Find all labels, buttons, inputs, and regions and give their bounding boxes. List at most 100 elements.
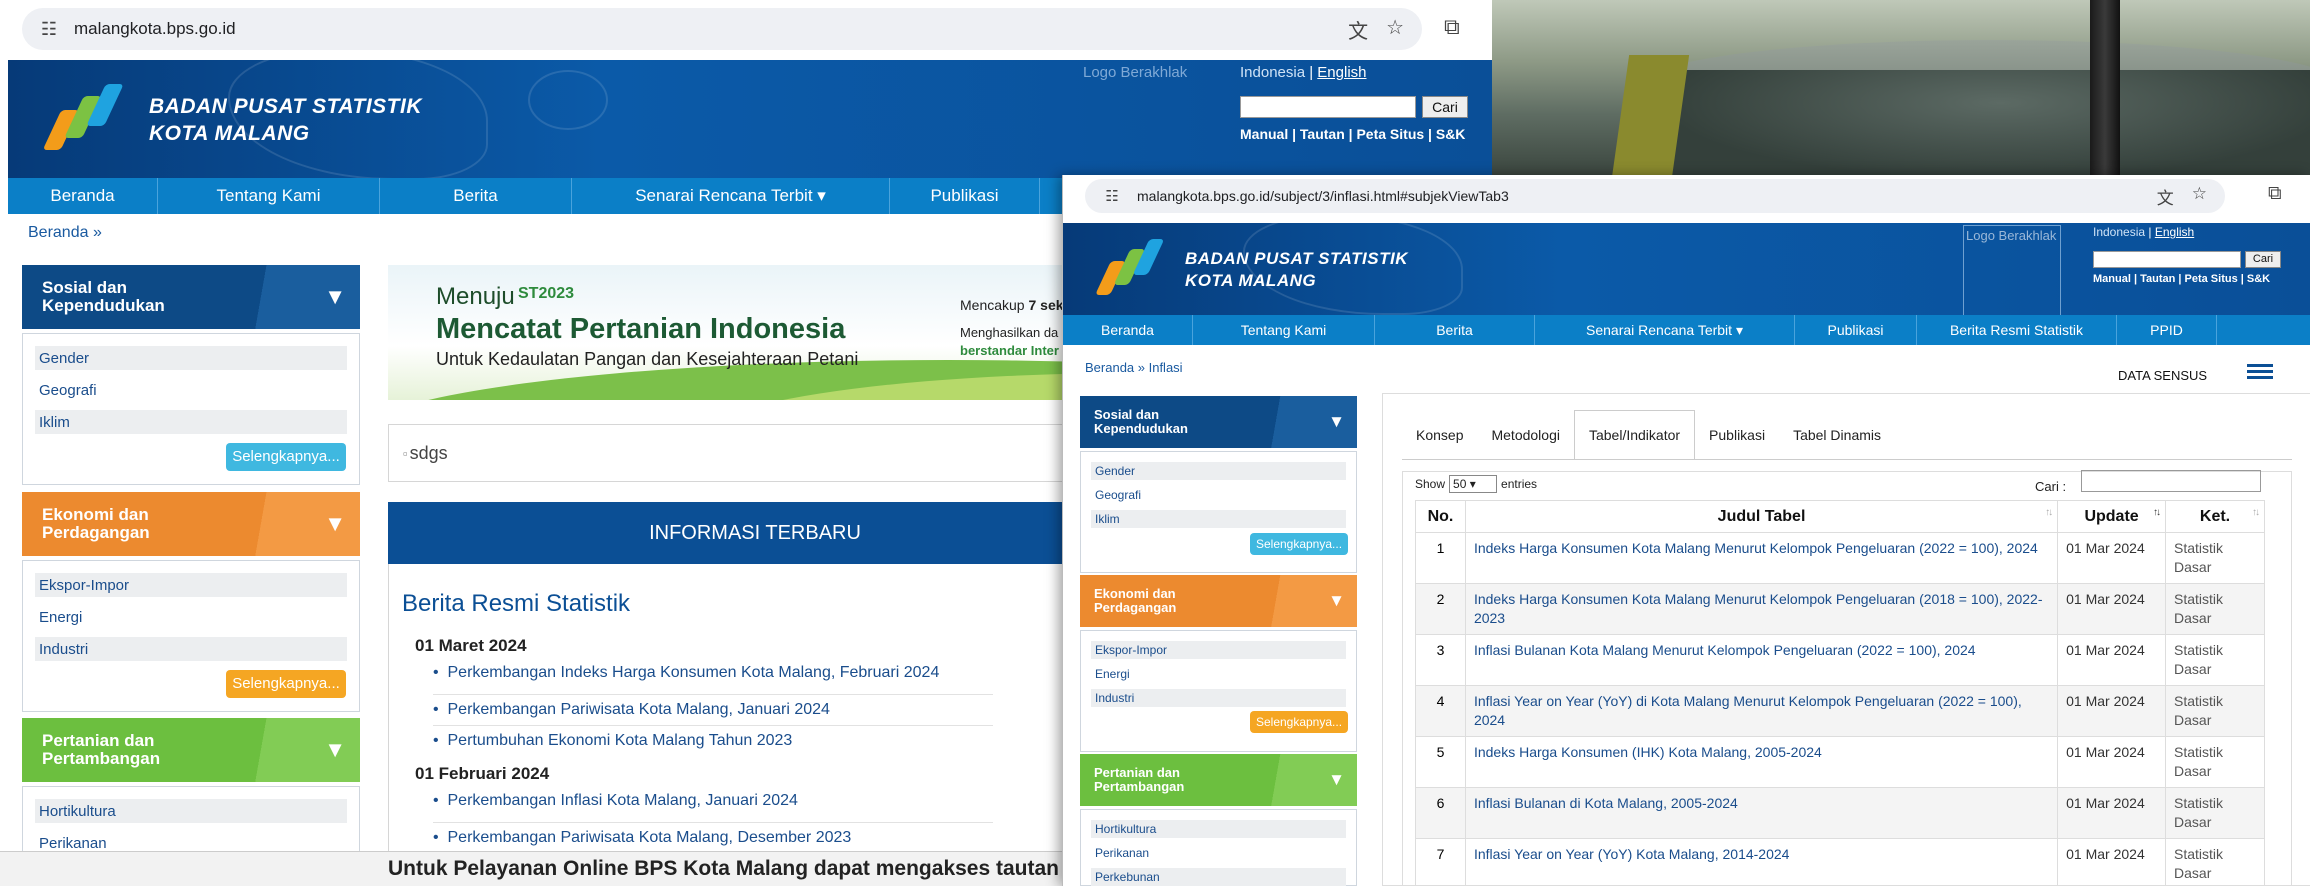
nav-berita[interactable]: Berita: [1375, 315, 1535, 345]
category-sosial[interactable]: Sosial dan Kependudukan ▼: [22, 265, 360, 329]
category-ekonomi[interactable]: Ekonomi dan Perdagangan ▼: [22, 492, 360, 556]
lang-indonesia[interactable]: Indonesia: [2093, 225, 2145, 239]
more-ekonomi-button[interactable]: Selengkapnya...: [226, 670, 346, 698]
bps-logo[interactable]: BADAN PUSAT STATISTIK KOTA MALANG: [1095, 237, 1408, 303]
cell-title-link[interactable]: Indeks Harga Konsumen (IHK) Kota Malang,…: [1464, 736, 2059, 788]
tune-icon[interactable]: ☷: [1099, 183, 1125, 209]
news-item[interactable]: • Perkembangan Indeks Harga Konsumen Kot…: [433, 664, 993, 695]
tab-konsep[interactable]: Konsep: [1402, 410, 1477, 460]
sidebar-item-energi[interactable]: Energi: [1091, 665, 1346, 683]
tab-metodologi[interactable]: Metodologi: [1477, 410, 1574, 460]
sidebar-item-gender[interactable]: Gender: [35, 346, 347, 370]
extension-icon[interactable]: ⧉: [2268, 183, 2282, 205]
col-no[interactable]: No.: [1415, 500, 1466, 533]
sidebar-item-hortikultura[interactable]: Hortikultura: [1091, 820, 1346, 838]
category-pertanian[interactable]: Pertanian dan Pertambangan ▼: [1080, 754, 1357, 806]
nav-senarai[interactable]: Senarai Rencana Terbit ▾: [572, 178, 890, 214]
breadcrumb[interactable]: Beranda » Inflasi: [1085, 360, 1183, 375]
category-ekonomi[interactable]: Ekonomi dan Perdagangan ▼: [1080, 575, 1357, 627]
nav-ppid[interactable]: PPID: [2117, 315, 2217, 345]
tab-publikasi[interactable]: Publikasi: [1695, 410, 1779, 460]
brand-line-1: BADAN PUSAT STATISTIK: [1185, 249, 1408, 268]
sort-icon[interactable]: ↑↓: [2045, 507, 2053, 518]
chevron-down-icon[interactable]: ▼: [1328, 770, 1345, 790]
bps-logo[interactable]: BADAN PUSAT STATISTIK KOTA MALANG: [42, 80, 422, 160]
sidebar-item-ekspor-impor[interactable]: Ekspor-Impor: [1091, 641, 1346, 659]
more-sosial-button[interactable]: Selengkapnya...: [1250, 533, 1348, 555]
header-search-button[interactable]: Cari: [2245, 251, 2281, 268]
cell-title-link[interactable]: Inflasi Year on Year (YoY) Kota Malang, …: [1464, 838, 2059, 886]
nav-beranda[interactable]: Beranda: [1063, 315, 1193, 345]
chevron-down-icon[interactable]: ▼: [324, 511, 346, 537]
chevron-down-icon[interactable]: ▼: [1328, 591, 1345, 611]
nav-berita-resmi[interactable]: Berita Resmi Statistik: [1917, 315, 2117, 345]
lang-english[interactable]: English: [1317, 64, 1366, 81]
nav-tentang-kami[interactable]: Tentang Kami: [158, 178, 380, 214]
sidebar-item-industri[interactable]: Industri: [1091, 689, 1346, 707]
banner-subtitle: Untuk Kedaulatan Pangan dan Kesejahteraa…: [436, 349, 859, 369]
url-text[interactable]: malangkota.bps.go.id/subject/3/inflasi.h…: [1137, 188, 1509, 204]
more-sosial-button[interactable]: Selengkapnya...: [226, 443, 346, 471]
breadcrumb[interactable]: Beranda »: [28, 224, 102, 242]
cell-title-link[interactable]: Indeks Harga Konsumen Kota Malang Menuru…: [1464, 532, 2059, 584]
lang-indonesia[interactable]: Indonesia: [1240, 64, 1305, 81]
sidebar-item-geografi[interactable]: Geografi: [35, 378, 347, 402]
header-search-input[interactable]: [2093, 251, 2241, 268]
cell-title-link[interactable]: Inflasi Bulanan Kota Malang Menurut Kelo…: [1464, 634, 2059, 686]
more-ekonomi-button[interactable]: Selengkapnya...: [1250, 711, 1348, 733]
tune-icon[interactable]: ☷: [36, 16, 62, 42]
header-search-input[interactable]: [1240, 96, 1416, 118]
category-sosial[interactable]: Sosial dan Kependudukan ▼: [1080, 396, 1357, 448]
url-text[interactable]: malangkota.bps.go.id: [74, 19, 236, 39]
star-icon[interactable]: ☆: [1386, 15, 1404, 44]
chevron-down-icon[interactable]: ▼: [324, 284, 346, 310]
cell-title-link[interactable]: Inflasi Bulanan di Kota Malang, 2005-202…: [1464, 787, 2059, 839]
table-search-input[interactable]: [2081, 470, 2261, 492]
star-icon[interactable]: ☆: [2192, 184, 2207, 209]
sidebar-item-perkebunan[interactable]: Perkebunan: [1091, 868, 1346, 886]
sidebar-item-geografi[interactable]: Geografi: [1091, 486, 1346, 504]
translate-icon[interactable]: 文: [1348, 15, 1368, 44]
sidebar-item-perikanan[interactable]: Perikanan: [1091, 844, 1346, 862]
sidebar-item-energi[interactable]: Energi: [35, 605, 347, 629]
news-item[interactable]: • Perkembangan Inflasi Kota Malang, Janu…: [433, 792, 993, 823]
col-update[interactable]: Update ↑↓: [2057, 500, 2167, 533]
news-item[interactable]: • Perkembangan Pariwisata Kota Malang, J…: [433, 695, 993, 726]
chevron-down-icon[interactable]: ▼: [1328, 412, 1345, 432]
cell-title-link[interactable]: Inflasi Year on Year (YoY) di Kota Malan…: [1464, 685, 2059, 737]
tab-tabel-indikator[interactable]: Tabel/Indikator: [1573, 410, 1696, 460]
hamburger-menu-icon[interactable]: [2247, 361, 2273, 382]
address-bar[interactable]: ☷ malangkota.bps.go.id 文 ☆: [22, 8, 1422, 50]
nav-senarai[interactable]: Senarai Rencana Terbit ▾: [1535, 315, 1795, 345]
header-search-button[interactable]: Cari: [1422, 96, 1468, 118]
sidebar-item-industri[interactable]: Industri: [35, 637, 347, 661]
col-judul[interactable]: Judul Tabel ↑↓: [1464, 500, 2059, 533]
tab-tabel-dinamis[interactable]: Tabel Dinamis: [1779, 410, 1895, 460]
chevron-down-icon[interactable]: ▼: [324, 737, 346, 763]
sidebar-item-iklim[interactable]: Iklim: [35, 410, 347, 434]
data-sensus-label[interactable]: DATA SENSUS: [2118, 368, 2207, 383]
extension-icon[interactable]: ⧉: [1444, 14, 1460, 40]
col-ket[interactable]: Ket. ↑↓: [2165, 500, 2265, 533]
nav-tentang-kami[interactable]: Tentang Kami: [1193, 315, 1375, 345]
sort-icon[interactable]: ↑↓: [2252, 507, 2260, 518]
nav-beranda[interactable]: Beranda: [8, 178, 158, 214]
sidebar-item-ekspor-impor[interactable]: Ekspor-Impor: [35, 573, 347, 597]
cell-title-link[interactable]: Indeks Harga Konsumen Kota Malang Menuru…: [1464, 583, 2059, 635]
sidebar-item-gender[interactable]: Gender: [1091, 462, 1346, 480]
header-links[interactable]: Manual | Tautan | Peta Situs | S&K: [2093, 273, 2270, 285]
category-pertanian[interactable]: Pertanian dan Pertambangan ▼: [22, 718, 360, 782]
nav-publikasi[interactable]: Publikasi: [890, 178, 1040, 214]
header-links[interactable]: Manual | Tautan | Peta Situs | S&K: [1240, 126, 1465, 142]
sort-icon[interactable]: ↑↓: [2153, 507, 2161, 518]
lang-english[interactable]: English: [2155, 225, 2194, 239]
sidebar-item-hortikultura[interactable]: Hortikultura: [35, 799, 347, 823]
entries-select[interactable]: 50 ▾: [1449, 475, 1498, 493]
sidebar-item-iklim[interactable]: Iklim: [1091, 510, 1346, 528]
nav-publikasi[interactable]: Publikasi: [1795, 315, 1917, 345]
news-item[interactable]: • Pertumbuhan Ekonomi Kota Malang Tahun …: [433, 726, 993, 757]
nav-berita[interactable]: Berita: [380, 178, 572, 214]
translate-icon[interactable]: 文: [2157, 184, 2174, 209]
news-item[interactable]: • Perkembangan Pariwisata Kota Malang, D…: [433, 823, 993, 854]
address-bar[interactable]: ☷ malangkota.bps.go.id/subject/3/inflasi…: [1085, 179, 2225, 213]
